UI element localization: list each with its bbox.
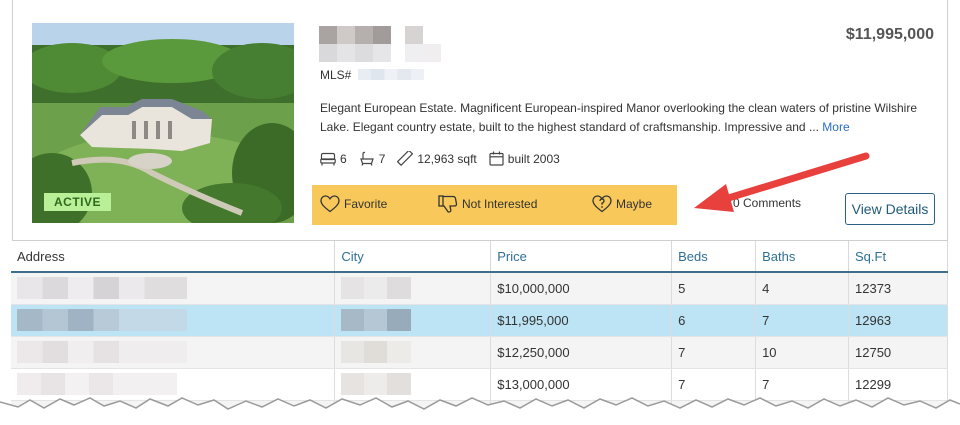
comment-icon xyxy=(713,196,729,210)
column-header-price[interactable]: Price xyxy=(490,241,673,273)
comments-link[interactable]: 0 Comments xyxy=(713,196,801,210)
not-interested-label: Not Interested xyxy=(462,197,538,211)
built-spec: built 2003 xyxy=(489,151,560,166)
redacted-block xyxy=(17,277,187,300)
property-photo[interactable]: ACTIVE xyxy=(32,23,294,223)
mls-label: MLS# xyxy=(320,68,352,82)
table-row[interactable]: $12,250,000 7 10 12750 xyxy=(11,336,948,369)
address-cell-redacted xyxy=(11,272,336,305)
status-badge: ACTIVE xyxy=(44,193,112,211)
sqft-spec: 12,963 sqft xyxy=(397,151,477,166)
redacted-block xyxy=(341,341,412,363)
beds-value: 6 xyxy=(340,151,347,166)
maybe-label: Maybe xyxy=(616,197,653,211)
sqft-value: 12,963 sqft xyxy=(417,151,477,166)
bathtub-icon xyxy=(359,151,374,166)
heart-icon xyxy=(320,195,340,213)
ruler-icon xyxy=(397,151,414,166)
baths-cell: 10 xyxy=(755,336,850,369)
baths-cell: 7 xyxy=(755,304,850,337)
baths-value: 7 xyxy=(378,151,386,166)
city-cell-redacted xyxy=(334,336,492,369)
torn-edge-decoration xyxy=(0,397,960,425)
comments-label: 0 Comments xyxy=(733,196,802,210)
beds-cell: 7 xyxy=(671,336,757,369)
thumbs-down-icon xyxy=(438,195,458,213)
baths-cell: 4 xyxy=(755,272,850,305)
city-cell-redacted xyxy=(334,272,492,305)
table-row[interactable]: $10,000,000 5 4 12373 xyxy=(11,272,948,305)
baths-spec: 7 xyxy=(359,151,386,166)
listing-specs: 6 7 12,963 sqft built 2003 xyxy=(320,151,572,166)
address-cell-redacted xyxy=(11,304,336,337)
action-bar: Favorite Not Interested Maybe xyxy=(312,185,677,225)
city-cell-redacted xyxy=(334,304,492,337)
favorite-label: Favorite xyxy=(344,197,388,211)
sqft-cell: 12750 xyxy=(848,336,948,369)
redacted-block xyxy=(17,341,187,363)
table-row-selected[interactable]: $11,995,000 6 7 12963 xyxy=(11,304,948,337)
column-header-beds[interactable]: Beds xyxy=(671,241,757,273)
not-interested-button[interactable]: Not Interested xyxy=(438,195,537,213)
maybe-button[interactable]: Maybe xyxy=(592,195,652,213)
column-header-baths[interactable]: Baths xyxy=(755,241,850,273)
beds-cell: 6 xyxy=(671,304,757,337)
redacted-block xyxy=(17,309,187,331)
column-header-address[interactable]: Address xyxy=(11,241,336,273)
address-cell-redacted xyxy=(11,336,336,369)
price-cell: $12,250,000 xyxy=(490,336,673,369)
redacted-block xyxy=(341,277,412,300)
heart-question-icon xyxy=(592,195,612,213)
price-cell: $11,995,000 xyxy=(490,304,673,337)
price-cell: $10,000,000 xyxy=(490,272,673,305)
listing-price: $11,995,000 xyxy=(845,26,934,43)
view-details-button[interactable]: View Details xyxy=(845,193,935,225)
more-link[interactable]: More xyxy=(822,120,849,134)
redacted-block xyxy=(341,309,412,331)
sqft-cell: 12963 xyxy=(848,304,948,337)
mls-number-redacted xyxy=(358,69,424,80)
listing-description: Elegant European Estate. Magnificent Eur… xyxy=(320,99,938,137)
beds-cell: 5 xyxy=(671,272,757,305)
beds-spec: 6 xyxy=(320,152,347,166)
column-header-city[interactable]: City xyxy=(334,241,492,273)
calendar-icon xyxy=(489,151,504,166)
listing-card: ACTIVE MLS# $11,995,000 Elegant European… xyxy=(12,0,948,241)
table-header-row: Address City Price Beds Baths Sq.Ft xyxy=(11,241,948,273)
sqft-cell: 12373 xyxy=(848,272,948,305)
built-value: built 2003 xyxy=(507,151,560,166)
column-header-sqft[interactable]: Sq.Ft xyxy=(848,241,948,273)
favorite-button[interactable]: Favorite xyxy=(320,195,387,213)
bed-icon xyxy=(320,152,336,165)
